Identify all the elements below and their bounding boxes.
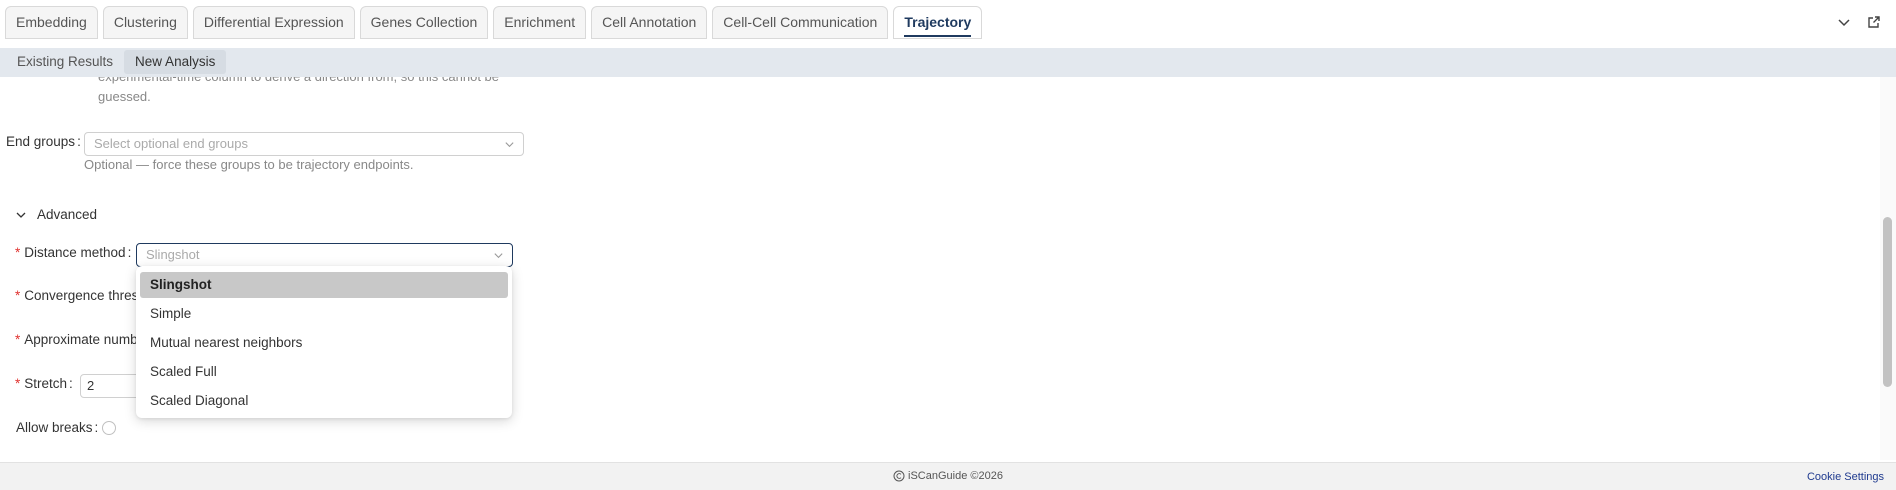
chevron-down-icon xyxy=(494,253,503,259)
tab-label: Enrichment xyxy=(504,14,576,30)
scrollbar-thumb[interactable] xyxy=(1883,217,1892,387)
label-text: End groups xyxy=(6,134,76,149)
help-line: experimental-time column to derive a dir… xyxy=(98,77,538,87)
tab-label: Cell-Cell Communication xyxy=(723,14,878,30)
chevron-down-icon[interactable] xyxy=(1836,14,1852,30)
end-groups-select[interactable]: Select optional end groups xyxy=(84,132,524,156)
label-colon: : xyxy=(77,134,81,149)
convergence-threshold-label: * Convergence thresh xyxy=(15,288,146,303)
approximate-number-label: * Approximate numbe xyxy=(15,332,145,347)
end-groups-label: End groups: xyxy=(6,134,81,149)
content-scrollbar[interactable] xyxy=(1880,77,1896,460)
tab-embedding[interactable]: Embedding xyxy=(5,6,98,39)
tab-cell-cell-communication[interactable]: Cell-Cell Communication xyxy=(712,6,889,39)
option-simple[interactable]: Simple xyxy=(140,301,508,327)
label-text: Distance method xyxy=(24,245,126,260)
cookie-settings-link[interactable]: Cookie Settings xyxy=(1807,471,1884,483)
label-colon: : xyxy=(127,245,132,260)
advanced-toggle[interactable]: Advanced xyxy=(15,207,97,222)
select-placeholder: Select optional end groups xyxy=(94,136,248,151)
external-link-icon[interactable] xyxy=(1866,14,1882,30)
help-line: guessed. xyxy=(98,89,151,104)
tab-label: Embedding xyxy=(16,14,87,30)
allow-breaks-checkbox[interactable] xyxy=(102,421,116,435)
distance-method-label: * Distance method: xyxy=(15,245,131,260)
tab-label: Trajectory xyxy=(904,9,972,37)
tab-label: Differential Expression xyxy=(203,14,344,30)
end-groups-help: Optional — force these groups to be traj… xyxy=(84,157,414,172)
subtab-existing-results[interactable]: Existing Results xyxy=(6,50,124,74)
tab-enrichment[interactable]: Enrichment xyxy=(493,6,587,39)
label-text: Convergence thresh xyxy=(24,288,146,303)
advanced-label: Advanced xyxy=(37,207,98,222)
label-text: Approximate numbe xyxy=(24,332,146,347)
chevron-down-icon xyxy=(16,212,26,218)
tab-differential-expression[interactable]: Differential Expression xyxy=(192,6,355,39)
footer: iSCanGuide ©2026 Cookie Settings xyxy=(0,462,1896,490)
label-colon: : xyxy=(94,420,99,435)
required-marker: * xyxy=(15,288,21,303)
footer-brand: iSCanGuide ©2026 xyxy=(893,470,1003,482)
start-groups-help: experimental-time column to derive a dir… xyxy=(98,77,538,107)
stretch-label: * Stretch: xyxy=(15,376,73,391)
label-text: Stretch xyxy=(24,376,68,391)
distance-method-select[interactable]: Slingshot xyxy=(136,243,513,267)
allow-breaks-label: Allow breaks: xyxy=(16,420,98,435)
tab-label: Cell Annotation xyxy=(602,14,697,30)
option-mutual-nearest-neighbors[interactable]: Mutual nearest neighbors xyxy=(140,330,508,356)
sub-tab-bar: Existing Results New Analysis xyxy=(0,48,1896,77)
tab-label: Clustering xyxy=(113,14,177,30)
copyright-logo-icon xyxy=(893,470,905,482)
option-scaled-diagonal[interactable]: Scaled Diagonal xyxy=(140,388,508,414)
subtab-new-analysis[interactable]: New Analysis xyxy=(124,50,227,74)
footer-brand-text: iSCanGuide ©2026 xyxy=(908,470,1003,482)
option-scaled-full[interactable]: Scaled Full xyxy=(140,359,508,385)
tab-tools xyxy=(1836,14,1882,30)
select-value: Slingshot xyxy=(146,247,200,262)
required-marker: * xyxy=(15,332,21,347)
sub-tabs: Existing Results New Analysis xyxy=(6,50,227,74)
required-marker: * xyxy=(15,245,21,260)
option-slingshot[interactable]: Slingshot xyxy=(140,272,508,298)
tab-clustering[interactable]: Clustering xyxy=(102,6,188,39)
distance-method-dropdown: Slingshot Simple Mutual nearest neighbor… xyxy=(136,266,512,418)
required-marker: * xyxy=(15,376,21,391)
main-tabs: Embedding Clustering Differential Expres… xyxy=(5,6,983,39)
tab-label: Genes Collection xyxy=(370,14,478,30)
chevron-down-icon xyxy=(505,142,514,148)
tab-trajectory[interactable]: Trajectory xyxy=(893,6,983,39)
label-colon: : xyxy=(69,376,73,391)
tab-cell-annotation[interactable]: Cell Annotation xyxy=(591,6,708,39)
label-text: Allow breaks xyxy=(16,420,93,435)
main-tab-bar: Embedding Clustering Differential Expres… xyxy=(0,0,1896,46)
tab-genes-collection[interactable]: Genes Collection xyxy=(359,6,489,39)
